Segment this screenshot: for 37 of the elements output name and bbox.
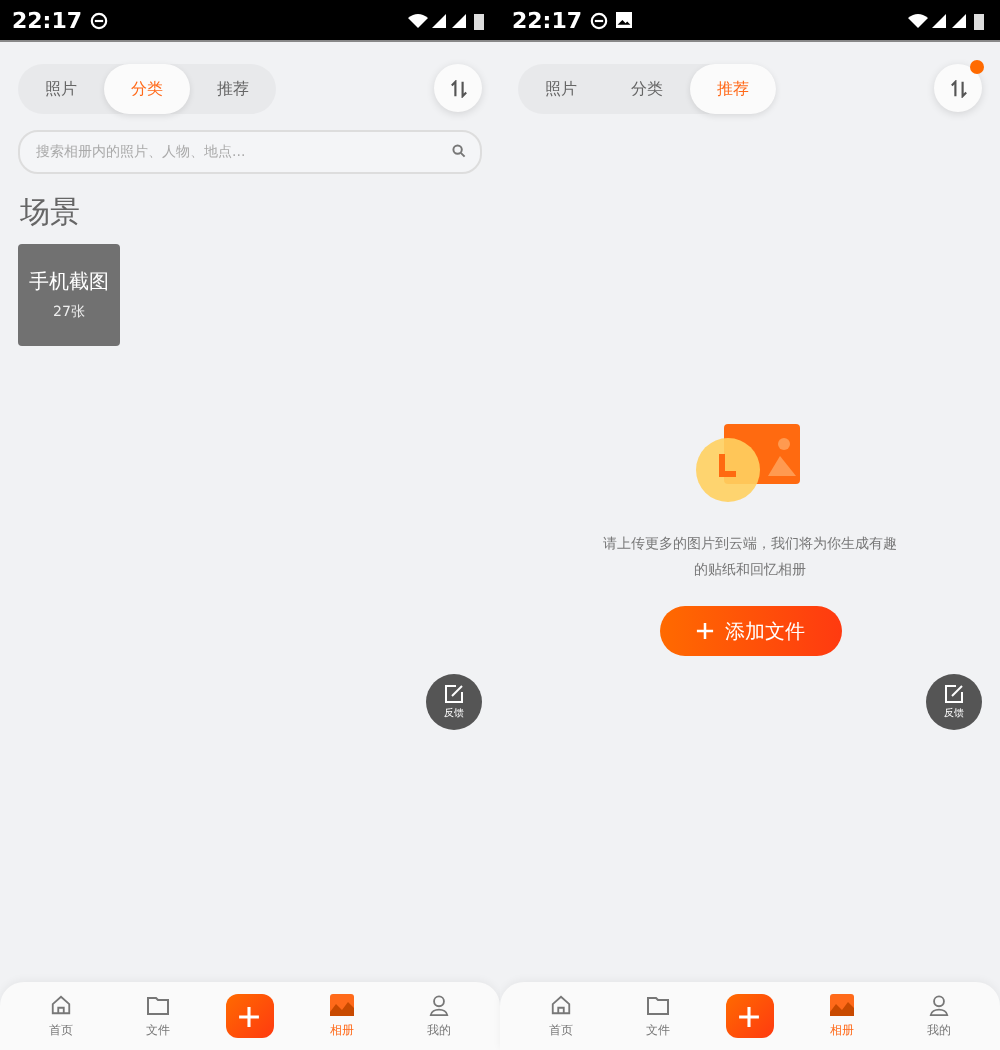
plus-icon	[738, 1005, 761, 1027]
signal-icons	[408, 11, 488, 29]
sort-icon	[949, 79, 967, 97]
album-title: 手机截图	[29, 269, 109, 296]
tab[interactable]: 推荐	[190, 63, 276, 113]
add-button[interactable]	[725, 994, 774, 1038]
add-button[interactable]	[225, 994, 274, 1038]
status-time: 22:17	[12, 7, 83, 33]
do-not-disturb-icon	[90, 11, 109, 29]
folder-icon	[146, 993, 171, 1015]
album-icon	[329, 993, 354, 1015]
search-icon	[452, 144, 466, 158]
sort-button[interactable]	[434, 64, 482, 112]
sort-icon	[449, 79, 467, 97]
home-icon	[549, 993, 572, 1015]
plus-icon	[238, 1005, 261, 1027]
home-icon	[49, 993, 72, 1015]
tab[interactable]: 推荐	[690, 63, 776, 113]
user-icon	[428, 993, 451, 1015]
section-title: 场景	[20, 194, 82, 232]
empty-album-illustration	[696, 424, 804, 504]
tab[interactable]: 照片	[18, 63, 104, 113]
edit-icon	[944, 684, 964, 704]
do-not-disturb-icon	[590, 11, 609, 29]
tab[interactable]: 分类	[104, 63, 190, 113]
tab[interactable]: 分类	[604, 63, 690, 113]
edit-icon	[444, 684, 464, 704]
tab[interactable]: 照片	[518, 63, 604, 113]
image-icon	[616, 12, 633, 28]
sort-button[interactable]	[934, 64, 982, 112]
signal-icons	[908, 11, 988, 29]
add-file-button[interactable]: 添加文件	[659, 606, 841, 656]
user-icon	[928, 993, 951, 1015]
album-icon	[829, 993, 854, 1015]
status-time: 22:17	[512, 7, 583, 33]
folder-icon	[646, 993, 671, 1015]
plus-icon	[695, 622, 713, 640]
